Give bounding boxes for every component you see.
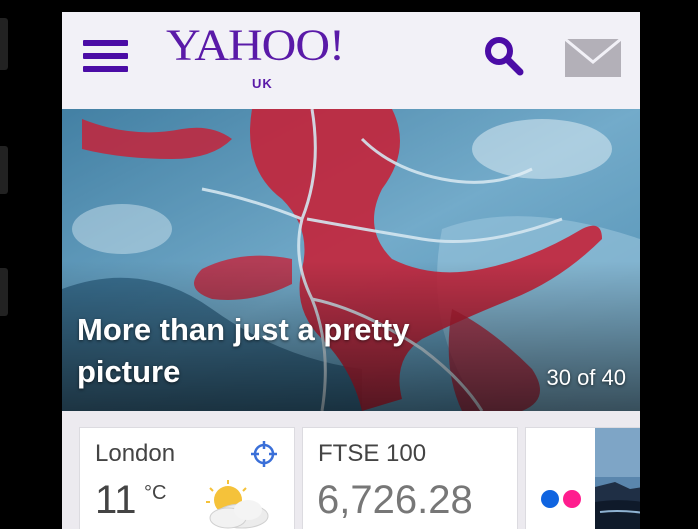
- volume-down-button: [0, 268, 8, 316]
- yahoo-logo[interactable]: YAHOO! UK: [166, 20, 356, 96]
- flickr-icon: [541, 490, 581, 508]
- location-crosshair-icon[interactable]: [250, 440, 278, 468]
- app-screen: YAHOO! UK More than just a pretty pictur…: [62, 12, 640, 529]
- weather-city: London: [95, 440, 176, 467]
- slide-counter: 30 of 40: [546, 365, 626, 390]
- search-icon[interactable]: [482, 34, 526, 78]
- hero-slideshow[interactable]: More than just a pretty picture 30 of 40: [62, 109, 640, 411]
- logo-region-label: UK: [252, 76, 273, 91]
- market-card[interactable]: FTSE 100 6,726.28: [302, 427, 518, 529]
- weather-temperature: 11: [95, 478, 137, 522]
- photo-thumbnail[interactable]: [595, 427, 640, 529]
- phone-frame: YAHOO! UK More than just a pretty pictur…: [0, 0, 698, 529]
- weather-card[interactable]: London 11 °C: [79, 427, 295, 529]
- hero-headline[interactable]: More than just a pretty picture: [77, 309, 497, 393]
- partly-cloudy-icon: [206, 480, 269, 529]
- market-index-name: FTSE 100: [318, 440, 427, 467]
- app-header: YAHOO! UK: [62, 12, 640, 109]
- mail-icon[interactable]: [564, 38, 622, 78]
- weather-unit: °C: [144, 482, 167, 504]
- mute-switch: [0, 18, 8, 70]
- market-index-value: 6,726.28: [317, 478, 473, 522]
- logo-wordmark: YAHOO!: [166, 20, 345, 70]
- hamburger-menu-icon[interactable]: [83, 40, 128, 72]
- photos-card[interactable]: [525, 427, 640, 529]
- volume-up-button: [0, 146, 8, 194]
- info-cards-strip: London 11 °C FTSE 100 6,726.28: [62, 411, 640, 529]
